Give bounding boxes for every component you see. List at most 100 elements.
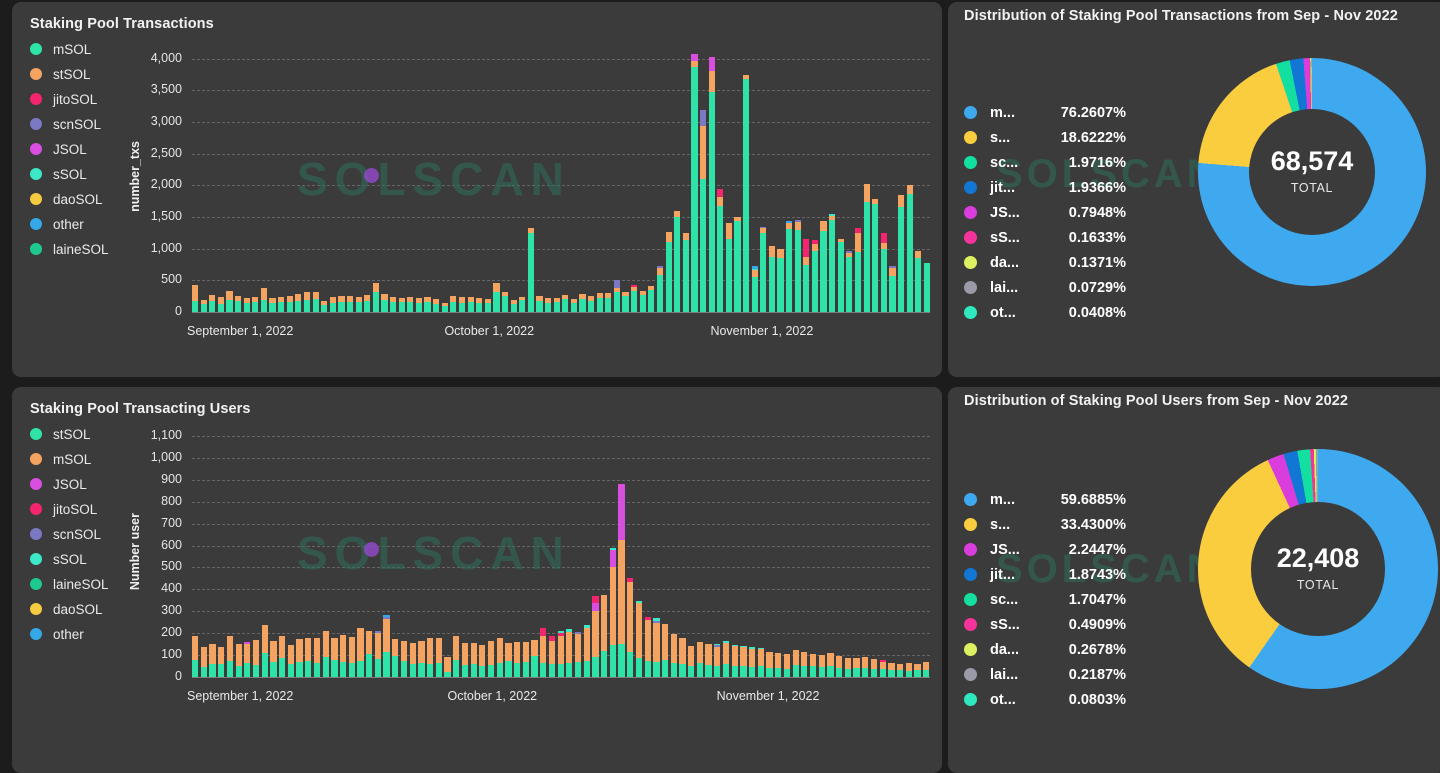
bar-column[interactable]	[853, 425, 860, 677]
bar-column[interactable]	[479, 425, 486, 677]
bar-column[interactable]	[562, 46, 569, 312]
bar-column[interactable]	[286, 46, 293, 312]
bar-column[interactable]	[682, 46, 689, 312]
bar-column[interactable]	[792, 425, 799, 677]
legend-item-msol[interactable]: mSOL	[30, 38, 109, 60]
legend-item-scnsol[interactable]: scnSOL	[30, 113, 109, 135]
donut-legend-item[interactable]: da... 0.2678%	[964, 637, 1126, 662]
bar-column[interactable]	[862, 425, 869, 677]
bar-column[interactable]	[888, 425, 895, 677]
bar-column[interactable]	[717, 46, 724, 312]
bar-column[interactable]	[313, 425, 321, 677]
bar-column[interactable]	[631, 46, 638, 312]
bar-column[interactable]	[339, 425, 347, 677]
bar-column[interactable]	[261, 425, 268, 677]
bar-column[interactable]	[897, 46, 905, 312]
bar-column[interactable]	[470, 425, 477, 677]
bar-column[interactable]	[601, 425, 608, 677]
bar-column[interactable]	[915, 46, 922, 312]
bar-column[interactable]	[312, 46, 319, 312]
bar-column[interactable]	[613, 46, 621, 312]
bar-column[interactable]	[519, 46, 526, 312]
bar-column[interactable]	[731, 425, 738, 677]
bar-column[interactable]	[392, 425, 399, 677]
bar-column[interactable]	[725, 46, 732, 312]
donut-legend-item[interactable]: ot... 0.0803%	[964, 687, 1126, 712]
bar-column[interactable]	[579, 46, 586, 312]
bar-column[interactable]	[484, 46, 491, 312]
bar-column[interactable]	[705, 425, 712, 677]
bar-column[interactable]	[514, 425, 521, 677]
bar-column[interactable]	[200, 46, 207, 312]
donut-legend-item[interactable]: JS... 0.7948%	[964, 200, 1126, 225]
bar-column[interactable]	[896, 425, 904, 677]
bar-column[interactable]	[818, 425, 825, 677]
bar-column[interactable]	[433, 46, 440, 312]
bar-column[interactable]	[583, 425, 590, 677]
bar-column[interactable]	[889, 46, 896, 312]
bar-column[interactable]	[467, 46, 474, 312]
bar-column[interactable]	[441, 46, 448, 312]
legend-item-ssol[interactable]: sSOL	[30, 163, 109, 185]
bar-column[interactable]	[714, 425, 721, 677]
donut-legend-item[interactable]: jit... 1.8743%	[964, 562, 1126, 587]
donut-legend-item[interactable]: sS... 0.4909%	[964, 612, 1126, 637]
bar-column[interactable]	[305, 425, 312, 677]
bar-column[interactable]	[854, 46, 862, 312]
bar-column[interactable]	[846, 46, 853, 312]
bar-column[interactable]	[329, 46, 336, 312]
bar-column[interactable]	[269, 46, 276, 312]
bar-column[interactable]	[192, 46, 199, 312]
legend-item-ssol[interactable]: sSOL	[30, 548, 109, 570]
bar-column[interactable]	[674, 46, 681, 312]
bar-column[interactable]	[303, 46, 311, 312]
bar-column[interactable]	[366, 425, 373, 677]
legend-item-jsol[interactable]: JSOL	[30, 473, 109, 495]
bar-column[interactable]	[766, 425, 773, 677]
donut-legend-item[interactable]: JS... 2.2447%	[964, 537, 1126, 562]
bar-column[interactable]	[605, 46, 612, 312]
bar-column[interactable]	[557, 425, 564, 677]
bar-column[interactable]	[357, 425, 364, 677]
bar-column[interactable]	[783, 425, 791, 677]
bar-column[interactable]	[493, 46, 500, 312]
bar-column[interactable]	[218, 425, 225, 677]
legend-item-daosol[interactable]: daoSOL	[30, 188, 109, 210]
bar-column[interactable]	[653, 425, 660, 677]
legend-item-other[interactable]: other	[30, 213, 109, 235]
bar-column[interactable]	[252, 425, 260, 677]
bar-column[interactable]	[740, 425, 747, 677]
bar-column[interactable]	[570, 46, 577, 312]
bar-column[interactable]	[566, 425, 573, 677]
bar-column[interactable]	[348, 425, 355, 677]
bar-column[interactable]	[200, 425, 207, 677]
bar-column[interactable]	[760, 46, 767, 312]
bar-column[interactable]	[217, 46, 224, 312]
bar-column[interactable]	[880, 46, 887, 312]
bar-column[interactable]	[398, 46, 405, 312]
legend-item-msol[interactable]: mSOL	[30, 448, 109, 470]
bar-column[interactable]	[751, 46, 758, 312]
donut-legend-item[interactable]: sS... 0.1633%	[964, 225, 1126, 250]
bar-column[interactable]	[837, 46, 844, 312]
bar-column[interactable]	[243, 46, 250, 312]
donut-legend-item[interactable]: m... 76.2607%	[964, 100, 1126, 125]
bar-column[interactable]	[296, 425, 303, 677]
bar-column[interactable]	[426, 425, 434, 677]
bar-column[interactable]	[609, 425, 616, 677]
bar-column[interactable]	[331, 425, 338, 677]
legend-item-jsol[interactable]: JSOL	[30, 138, 109, 160]
bar-column[interactable]	[409, 425, 416, 677]
bar-column[interactable]	[794, 46, 801, 312]
bar-column[interactable]	[906, 46, 913, 312]
bar-column[interactable]	[374, 425, 382, 677]
bar-column[interactable]	[418, 425, 425, 677]
bar-column[interactable]	[235, 425, 242, 677]
bar-column[interactable]	[627, 425, 634, 677]
bar-column[interactable]	[743, 46, 750, 312]
bar-column[interactable]	[235, 46, 242, 312]
bar-column[interactable]	[487, 425, 495, 677]
bar-column[interactable]	[786, 46, 793, 312]
bar-column[interactable]	[295, 46, 302, 312]
bar-column[interactable]	[505, 425, 512, 677]
